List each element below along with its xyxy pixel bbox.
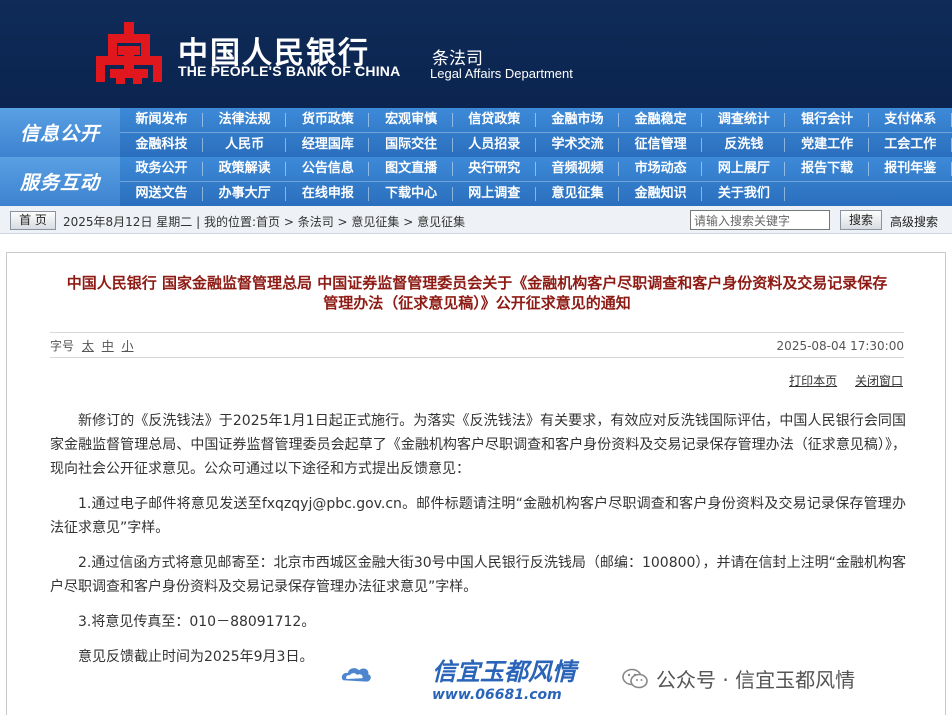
nav-item[interactable]: 报告下载 <box>786 157 869 181</box>
publish-date: 2025-08-04 17:30:00 <box>776 339 904 353</box>
font-small-link[interactable]: 小 <box>122 339 134 353</box>
article-title: 中国人民银行 国家金融监督管理总局 中国证券监督管理委员会关于《金融机构客户尽职… <box>7 273 947 313</box>
crumb-opinion[interactable]: 意见征集 <box>351 215 399 229</box>
watermark-url: www.06681.com <box>432 687 562 703</box>
nav-item[interactable]: 金融知识 <box>619 182 703 206</box>
crumb-opinion-2[interactable]: 意见征集 <box>417 215 465 229</box>
crumb-sep: > <box>283 215 298 229</box>
nav-section-info: 信息公开 <box>0 108 120 157</box>
search-button[interactable]: 搜索 <box>840 210 882 230</box>
article-panel: 中国人民银行 国家金融监督管理总局 中国证券监督管理委员会关于《金融机构客户尽职… <box>6 252 946 715</box>
close-window-link[interactable]: 关闭窗口 <box>855 374 903 388</box>
print-link[interactable]: 打印本页 <box>789 374 837 388</box>
wechat-icon <box>622 668 648 689</box>
nav-item[interactable]: 新闻发布 <box>120 108 203 132</box>
nav-item[interactable]: 宏观审慎 <box>370 108 453 132</box>
nav-item[interactable]: 央行研究 <box>453 157 536 181</box>
main-nav: 信息公开 服务互动 新闻发布 法律法规 货币政策 宏观审慎 信贷政策 金融市场 金融稳定 调查… <box>0 108 952 206</box>
bank-name-en: THE PEOPLE'S BANK OF CHINA <box>178 63 401 79</box>
font-size-control: 字号 太 中 小 <box>50 333 134 359</box>
nav-item[interactable]: 在线申报 <box>286 182 370 206</box>
nav-item[interactable]: 图文直播 <box>370 157 453 181</box>
paragraph-mail: 2.通过信函方式将意见邮寄至：北京市西城区金融大街30号中国人民银行反洗钱局（邮… <box>50 555 906 595</box>
nav-item[interactable]: 经理国库 <box>286 133 370 157</box>
article-body: 新修订的《反洗钱法》于2025年1月1日起正式施行。为落实《反洗钱法》有关要求，… <box>50 409 906 680</box>
search-input[interactable] <box>690 210 830 230</box>
wechat-account-text: 公众号 · 信宜玉都风情 <box>656 668 856 692</box>
wechat-watermark: 公众号 · 信宜玉都风情 <box>622 664 855 693</box>
nav-item[interactable]: 金融科技 <box>120 133 203 157</box>
paragraph-email: 1.通过电子邮件将意见发送至fxqzqyj@pbc.gov.cn。邮件标题请注明… <box>50 496 906 536</box>
nav-item[interactable]: 征信管理 <box>619 133 703 157</box>
nav-item[interactable]: 支付体系 <box>869 108 952 132</box>
nav-item[interactable]: 意见征集 <box>536 182 619 206</box>
nav-item[interactable]: 学术交流 <box>536 133 619 157</box>
crumb-sep: | <box>196 215 204 229</box>
breadcrumb: 2025年8月12日 星期二 | 我的位置:首页 > 条法司 > 意见征集 > … <box>63 213 465 230</box>
nav-item[interactable]: 音频视频 <box>536 157 619 181</box>
nav-item[interactable]: 银行会计 <box>786 108 869 132</box>
nav-item[interactable]: 政策解读 <box>203 157 287 181</box>
crumb-dept[interactable]: 条法司 <box>298 215 334 229</box>
cloud-logo-icon <box>341 668 371 682</box>
paragraph-intro: 新修订的《反洗钱法》于2025年1月1日起正式施行。为落实《反洗钱法》有关要求，… <box>50 413 906 477</box>
nav-item[interactable]: 公告信息 <box>286 157 370 181</box>
nav-item[interactable]: 调查统计 <box>702 108 786 132</box>
nav-item[interactable]: 网上调查 <box>453 182 536 206</box>
watermark-logo-text: 信宜玉都风情 <box>432 657 576 686</box>
pboc-logo-icon <box>96 22 162 84</box>
breadcrumb-bar: 首 页 2025年8月12日 星期二 | 我的位置:首页 > 条法司 > 意见征… <box>0 206 952 234</box>
nav-item[interactable]: 信贷政策 <box>453 108 536 132</box>
nav-section-service: 服务互动 <box>0 157 120 206</box>
nav-item[interactable]: 关于我们 <box>702 182 786 206</box>
font-large-link[interactable]: 太 <box>82 339 94 353</box>
home-button[interactable]: 首 页 <box>10 211 56 230</box>
font-medium-link[interactable]: 中 <box>102 339 114 353</box>
nav-item[interactable]: 党建工作 <box>786 133 869 157</box>
current-date: 2025年8月12日 星期二 <box>63 215 193 229</box>
nav-item[interactable]: 网送文告 <box>120 182 203 206</box>
article-meta: 字号 太 中 小 2025-08-04 17:30:00 <box>50 332 904 358</box>
nav-item[interactable]: 办事大厅 <box>203 182 287 206</box>
font-size-label: 字号 <box>50 339 75 353</box>
nav-item[interactable]: 网上展厅 <box>702 157 786 181</box>
article-tools: 打印本页 关闭窗口 <box>775 372 903 389</box>
nav-item[interactable]: 工会工作 <box>869 133 952 157</box>
nav-item[interactable]: 货币政策 <box>286 108 370 132</box>
nav-item[interactable]: 金融稳定 <box>619 108 703 132</box>
crumb-location[interactable]: 我的位置:首页 <box>204 215 280 229</box>
nav-item[interactable]: 人员招录 <box>453 133 536 157</box>
article-title-line1: 中国人民银行 国家金融监督管理总局 中国证券监督管理委员会关于《金融机构客户尽职… <box>66 274 888 292</box>
article-title-line2: 管理办法（征求意见稿）》公开征求意见的通知 <box>323 294 631 312</box>
nav-item[interactable]: 人民币 <box>203 133 287 157</box>
nav-item[interactable]: 反洗钱 <box>702 133 786 157</box>
crumb-sep: > <box>403 215 418 229</box>
crumb-sep: > <box>337 215 352 229</box>
nav-item[interactable]: 金融市场 <box>536 108 619 132</box>
nav-item[interactable]: 市场动态 <box>619 157 703 181</box>
advanced-search-link[interactable]: 高级搜索 <box>890 213 938 230</box>
nav-item[interactable]: 政务公开 <box>120 157 203 181</box>
paragraph-fax: 3.将意见传真至：010－88091712。 <box>78 614 316 630</box>
nav-item[interactable]: 国际交往 <box>370 133 453 157</box>
dept-name-en: Legal Affairs Department <box>430 66 573 81</box>
nav-item[interactable]: 报刊年鉴 <box>869 157 952 181</box>
nav-item[interactable]: 法律法规 <box>203 108 287 132</box>
nav-item[interactable]: 下载中心 <box>370 182 453 206</box>
site-header: 中国人民银行 THE PEOPLE'S BANK OF CHINA 条法司 Le… <box>0 0 952 108</box>
